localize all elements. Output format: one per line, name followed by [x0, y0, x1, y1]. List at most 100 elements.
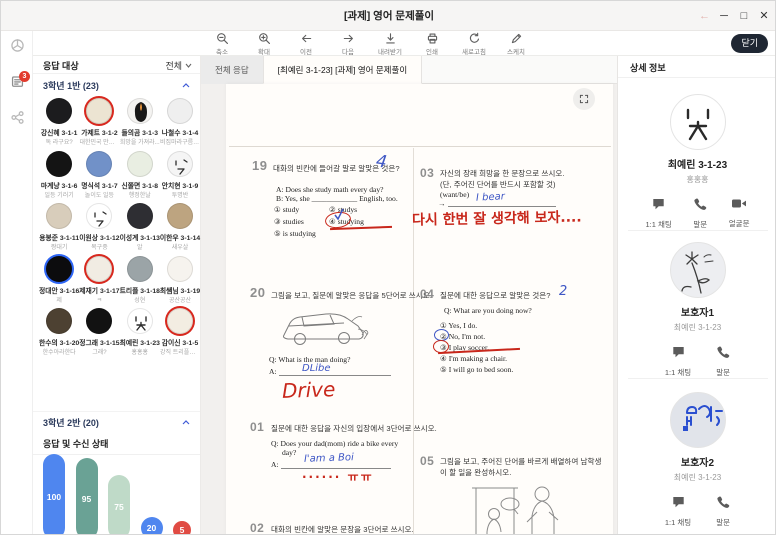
- tab-student-response[interactable]: [최예린 3-1-23] [과제] 영어 문제풀이: [263, 56, 422, 84]
- toolbar-인쇄[interactable]: 인쇄: [411, 31, 453, 56]
- student-item[interactable]: 최예린 3-1-23홍홍홍: [120, 306, 160, 359]
- rail-assignment-button[interactable]: 3: [1, 71, 33, 97]
- q01-answer-label: A:: [271, 460, 279, 469]
- q03-student-answer: I bear: [476, 191, 505, 203]
- maximize-button[interactable]: □: [735, 1, 753, 31]
- student-item[interactable]: 신쭐면 3-1-8행정한날: [120, 149, 160, 202]
- q03-condition: (단, 주어진 단어를 반드시 포함할 것): [440, 179, 556, 190]
- student-item[interactable]: 정대안 3-1-16제: [39, 254, 79, 307]
- q20-answer-label: A:: [269, 367, 277, 376]
- action-1:1 채팅[interactable]: 1:1 채팅: [665, 345, 691, 378]
- app-window: [과제] 영어 문제풀이 ← ─ □ ✕ 축소확대이전다음내려받기인쇄새로고침스…: [0, 0, 776, 535]
- class-1-title: 3학년 1반 (23): [43, 79, 99, 92]
- class-section-1[interactable]: 3학년 1반 (23): [33, 74, 200, 96]
- chevron-up-icon: [182, 83, 190, 88]
- q01-student-answer: I'am a Boi: [304, 452, 354, 465]
- toolbar-이전[interactable]: 이전: [285, 31, 327, 56]
- respondents-title: 응답 대상: [43, 59, 79, 72]
- student-avatar: [127, 98, 153, 124]
- student-subtitle: 일등 기러기: [45, 190, 74, 199]
- action-얼굴문[interactable]: 얼굴문: [729, 197, 750, 230]
- expand-icon: [579, 94, 589, 104]
- tab-all-responses[interactable]: 전체 응답: [201, 56, 263, 84]
- contact-subtitle: 최예린 3-1-23: [674, 322, 721, 333]
- action-label: 말문: [716, 517, 730, 528]
- student-item[interactable]: 최쌤님 3-1-19공산공산: [160, 254, 200, 307]
- worksheet-page[interactable]: 19 대화의 빈칸에 들어갈 말로 알맞은 것은? 4 A: Does she …: [226, 84, 613, 535]
- toolbar-다음[interactable]: 다음: [327, 31, 369, 56]
- student-grid: 강신혜 3-1-1독 라구요?가제트 3-1-2대한민국 만채이!들의곰 3-1…: [39, 96, 195, 408]
- chevron-up-icon: [182, 420, 190, 425]
- student-name: 최쌤님 3-1-19: [160, 285, 200, 295]
- student-item[interactable]: 제재기 3-1-17ㅋ: [79, 254, 119, 307]
- prev-icon: [300, 32, 313, 45]
- student-avatar: [167, 203, 193, 229]
- student-item[interactable]: 명식석 3-1-7놀이도 일등: [79, 149, 119, 202]
- student-name: 신쭐면 3-1-8: [121, 180, 158, 190]
- student-item[interactable]: 나철수 3-1-4비집마라구름마라: [160, 96, 200, 149]
- respondent-filter-dropdown[interactable]: 전체: [165, 59, 192, 72]
- fullscreen-button[interactable]: [573, 88, 595, 110]
- student-subtitle: 대한민국 만채이!: [79, 137, 119, 146]
- student-name: 트리플 3-1-18: [120, 285, 160, 295]
- student-item[interactable]: 한수의 3-1-20한수아라한다: [39, 306, 79, 359]
- student-item[interactable]: 마계냥 3-1-6일등 기러기: [39, 149, 79, 202]
- q19-blue-check: [334, 208, 344, 220]
- respondents-panel: 응답 대상 전체 3학년 1반 (23) 강신혜 3-1-1독 라구요?가제트 …: [33, 56, 201, 535]
- contact-actions: 1:1 채팅말문: [618, 495, 776, 528]
- student-name: 마계냥 3-1-6: [41, 180, 78, 190]
- divider: [628, 378, 768, 379]
- student-item[interactable]: 들의곰 3-1-3희망을 가져라...: [120, 96, 160, 149]
- student-subtitle: 투명반: [172, 190, 189, 199]
- student-item[interactable]: 가제트 3-1-2대한민국 만채이!: [79, 96, 119, 149]
- toolbar-내려받기[interactable]: 내려받기: [369, 31, 411, 56]
- window-title: [과제] 영어 문제풀이: [1, 1, 776, 31]
- bar-value: 5: [173, 521, 191, 535]
- toolbar-스케치[interactable]: 스케치: [495, 31, 537, 56]
- student-name: 이한우 3-1-14: [160, 232, 200, 242]
- toolbar-축소[interactable]: 축소: [201, 31, 243, 56]
- student-item[interactable]: 안치현 3-1-9투명반: [160, 149, 200, 202]
- student-item[interactable]: 용봉준 3-1-11짱대기: [39, 201, 79, 254]
- action-말문[interactable]: 말문: [716, 495, 730, 528]
- close-window-button[interactable]: ✕: [755, 1, 773, 31]
- chart-bar-읽음: 95읽음: [76, 458, 98, 535]
- toolbar-새로고침[interactable]: 새로고침: [453, 31, 495, 56]
- action-1:1 채팅[interactable]: 1:1 채팅: [665, 495, 691, 528]
- q20-text: 그림을 보고, 질문에 알맞은 응답을 5단어로 쓰시오.: [271, 290, 432, 301]
- student-subtitle: 독 라구요?: [46, 137, 73, 146]
- response-status-chart: 100전체95읽음75응답20무응답5미수신: [43, 456, 191, 535]
- action-1:1 채팅[interactable]: 1:1 채팅: [645, 197, 671, 230]
- student-avatar: [127, 308, 153, 334]
- bar-value: 20: [141, 517, 163, 535]
- student-avatar: [46, 308, 72, 334]
- student-avatar: [167, 308, 193, 334]
- toolbar-확대[interactable]: 확대: [243, 31, 285, 56]
- phone-icon: [716, 495, 730, 514]
- student-name: 최예린 3-1-23: [120, 337, 160, 347]
- student-item[interactable]: 감이신 3-1-5강직 트리플시 스핵: [160, 306, 200, 359]
- action-label: 1:1 채팅: [665, 367, 691, 378]
- student-item[interactable]: 트리플 3-1-18성현: [120, 254, 160, 307]
- action-말문[interactable]: 말문: [693, 197, 707, 230]
- viewer-tabbar: 전체 응답 [최예린 3-1-23] [과제] 영어 문제풀이: [201, 56, 617, 84]
- student-avatar: [167, 98, 193, 124]
- q03-arrow: →: [438, 199, 446, 208]
- student-item[interactable]: 이원상 3-1-12복구중: [79, 201, 119, 254]
- zoom-in-icon: [258, 32, 271, 45]
- student-item[interactable]: 정그래 3-1-15그래?: [79, 306, 119, 359]
- minimize-button[interactable]: ─: [715, 1, 733, 31]
- toolbar-label: 축소: [216, 46, 228, 56]
- worksheet-viewer: 전체 응답 [최예린 3-1-23] [과제] 영어 문제풀이 19 대화의 빈…: [201, 56, 617, 535]
- class-section-2[interactable]: 3학년 2반 (20): [33, 411, 200, 433]
- student-item[interactable]: 이성계 3-1-13알: [120, 201, 160, 254]
- action-말문[interactable]: 말문: [716, 345, 730, 378]
- close-viewer-button[interactable]: 닫기: [731, 34, 768, 53]
- rail-share-button[interactable]: [1, 107, 33, 133]
- student-item[interactable]: 이한우 3-1-14새우살: [160, 201, 200, 254]
- toolbar-label: 이전: [300, 46, 312, 56]
- student-subtitle: 알: [137, 242, 143, 251]
- rail-globe-button[interactable]: [1, 35, 33, 61]
- phone-icon: [693, 197, 707, 216]
- student-item[interactable]: 강신혜 3-1-1독 라구요?: [39, 96, 79, 149]
